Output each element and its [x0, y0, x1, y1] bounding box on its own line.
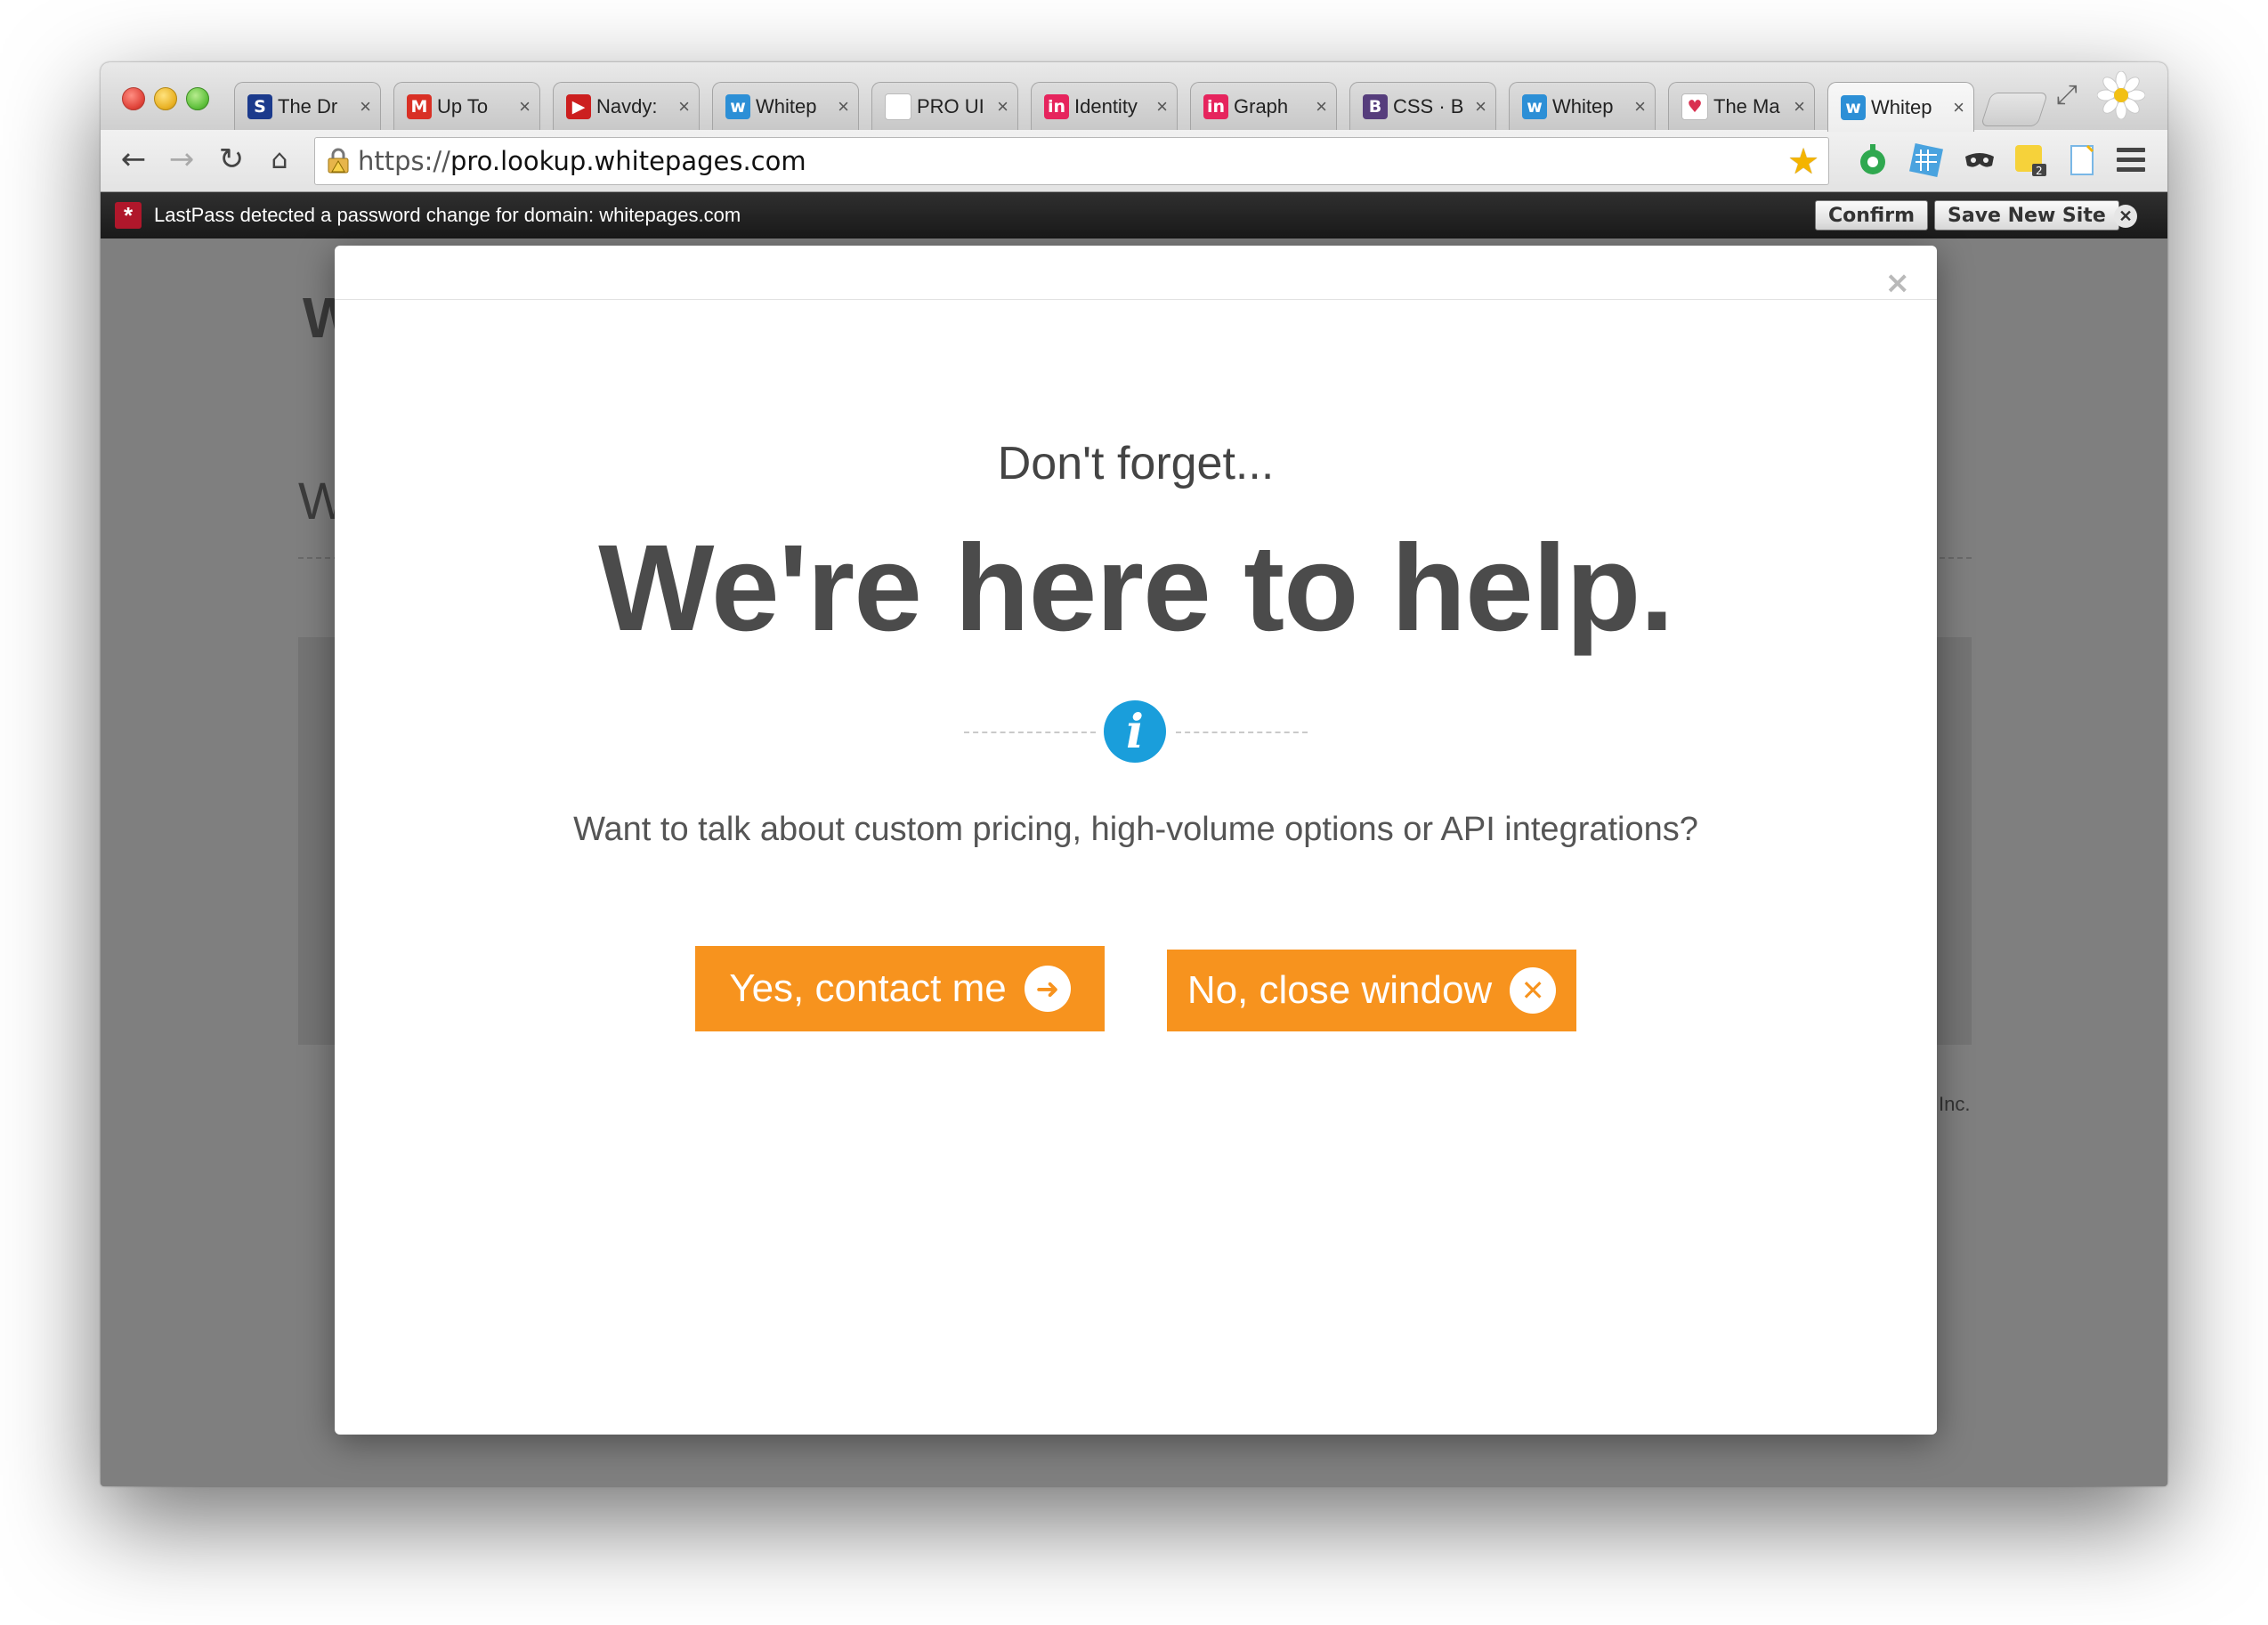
browser-tab[interactable]: in Graph × — [1190, 82, 1337, 130]
url-scheme: https:// — [358, 146, 450, 176]
tab-title: CSS · B — [1393, 94, 1464, 117]
browser-window: S The Dr × M Up To × ▶ Navdy: × w Whitep × PRO UI × in… — [101, 62, 2167, 1486]
tab-close-icon[interactable]: × — [997, 95, 1008, 118]
browser-tab[interactable]: M Up To × — [393, 82, 540, 130]
arrow-right-icon: ➜ — [1024, 966, 1071, 1012]
mask-extension-icon[interactable] — [1962, 142, 1997, 178]
no-close-window-button[interactable]: No, close window ✕ — [1167, 950, 1576, 1031]
lastpass-icon: * — [115, 202, 142, 229]
tab-close-icon[interactable]: × — [1156, 95, 1168, 118]
s-logo-icon: S — [247, 93, 272, 119]
browser-tab[interactable]: w Whitep × — [1827, 82, 1974, 132]
whitepages-icon: w — [725, 93, 750, 119]
lastpass-notification-bar: * LastPass detected a password change fo… — [101, 192, 2167, 238]
yes-contact-me-button[interactable]: Yes, contact me ➜ — [695, 946, 1105, 1031]
blank-page-icon — [885, 93, 911, 120]
help-modal: × Don't forget... We're here to help. i … — [335, 246, 1937, 1435]
fullscreen-icon[interactable]: ⤢ — [2056, 80, 2078, 110]
tab-title: Whitep — [756, 94, 817, 117]
url-host: pro.lookup.whitepages.com — [450, 146, 806, 176]
browser-tab[interactable]: ▶ Navdy: × — [553, 82, 700, 130]
invision-icon: in — [1044, 93, 1069, 119]
modal-kicker: Don't forget... — [997, 438, 1275, 489]
browser-tab[interactable]: PRO UI × — [871, 82, 1018, 130]
forward-arrow-icon[interactable]: → — [161, 139, 202, 180]
lock-warning-icon — [328, 148, 349, 174]
tab-close-icon[interactable]: × — [838, 95, 849, 118]
grid-extension-icon[interactable] — [1908, 142, 1944, 178]
minimize-window-button[interactable] — [154, 87, 177, 110]
browser-tab[interactable]: B CSS · B × — [1349, 82, 1496, 130]
gmail-icon: M — [407, 93, 432, 119]
tab-close-icon[interactable]: × — [1316, 95, 1327, 118]
heart-icon: ♥ — [1681, 93, 1708, 120]
divider-left — [964, 732, 1096, 733]
browser-toolbar: ← → ↻ ⌂ https:// pro.lookup.whitepages.c… — [101, 130, 2167, 192]
whitepages-icon: w — [1841, 94, 1866, 120]
tab-close-icon[interactable]: × — [1475, 95, 1486, 118]
close-circle-icon: ✕ — [1510, 967, 1557, 1014]
zoom-window-button[interactable] — [186, 87, 209, 110]
evernote-extension-icon[interactable] — [1855, 142, 1891, 178]
background-footer-text: Inc. — [1939, 1093, 1971, 1115]
tab-close-icon[interactable]: × — [360, 95, 371, 118]
browser-tab[interactable]: w Whitep × — [712, 82, 859, 130]
notes-extension-icon[interactable]: 2 — [2013, 142, 2048, 178]
tab-title: The Dr — [278, 94, 338, 117]
tab-title: Whitep — [1552, 94, 1614, 117]
browser-tab[interactable]: ♥ The Ma × — [1668, 82, 1815, 130]
lastpass-close-icon[interactable]: ✕ — [2114, 205, 2137, 228]
tab-close-icon[interactable]: × — [1953, 96, 1964, 119]
modal-close-icon[interactable]: × — [1885, 265, 1911, 301]
browser-tab[interactable]: in Identity × — [1031, 82, 1178, 130]
bootstrap-icon: B — [1363, 93, 1388, 119]
reload-icon[interactable]: ↻ — [211, 139, 252, 180]
new-tab-button[interactable] — [1980, 93, 2049, 126]
tab-strip: S The Dr × M Up To × ▶ Navdy: × w Whitep × PRO UI × in… — [101, 62, 2167, 132]
tab-title: Graph — [1234, 94, 1289, 117]
tab-title: Identity — [1074, 94, 1138, 117]
youtube-icon: ▶ — [566, 93, 591, 119]
page-content: W W Inc. × Don't forget... We're here to… — [101, 238, 2167, 1486]
close-window-button[interactable] — [122, 87, 145, 110]
divider-right — [1176, 732, 1308, 733]
tab-title: Up To — [437, 94, 489, 117]
yes-contact-me-label: Yes, contact me — [729, 966, 1007, 1010]
info-icon: i — [1104, 700, 1166, 763]
bookmark-star-icon[interactable]: ★ — [1787, 141, 1819, 182]
no-close-window-label: No, close window — [1187, 968, 1493, 1012]
tab-title: Whitep — [1871, 95, 1932, 118]
tab-close-icon[interactable]: × — [519, 95, 531, 118]
tab-title: PRO UI — [917, 94, 984, 117]
back-arrow-icon[interactable]: ← — [113, 139, 154, 180]
home-icon[interactable]: ⌂ — [259, 139, 300, 180]
browser-tab[interactable]: S The Dr × — [234, 82, 381, 130]
tab-close-icon[interactable]: × — [1794, 95, 1805, 118]
tab-title: The Ma — [1713, 94, 1780, 117]
lastpass-save-new-site-button[interactable]: Save New Site — [1934, 200, 2119, 230]
lastpass-message: LastPass detected a password change for … — [154, 204, 741, 226]
flower-profile-icon[interactable] — [2097, 71, 2145, 119]
invision-icon: in — [1203, 93, 1228, 119]
whitepages-icon: w — [1522, 93, 1547, 119]
modal-header-divider — [335, 299, 1937, 300]
tab-title: Navdy: — [596, 94, 658, 117]
tab-close-icon[interactable]: × — [678, 95, 690, 118]
modal-body-text: Want to talk about custom pricing, high-… — [573, 811, 1698, 848]
modal-headline: We're here to help. — [598, 520, 1674, 657]
chrome-menu-icon[interactable] — [2117, 148, 2145, 174]
svg-text:2: 2 — [2036, 165, 2043, 177]
lastpass-confirm-button[interactable]: Confirm — [1815, 200, 1929, 230]
address-bar[interactable]: https:// pro.lookup.whitepages.com ★ — [314, 137, 1829, 185]
tab-close-icon[interactable]: × — [1634, 95, 1646, 118]
page-extension-icon[interactable] — [2064, 142, 2100, 178]
browser-tab[interactable]: w Whitep × — [1509, 82, 1656, 130]
